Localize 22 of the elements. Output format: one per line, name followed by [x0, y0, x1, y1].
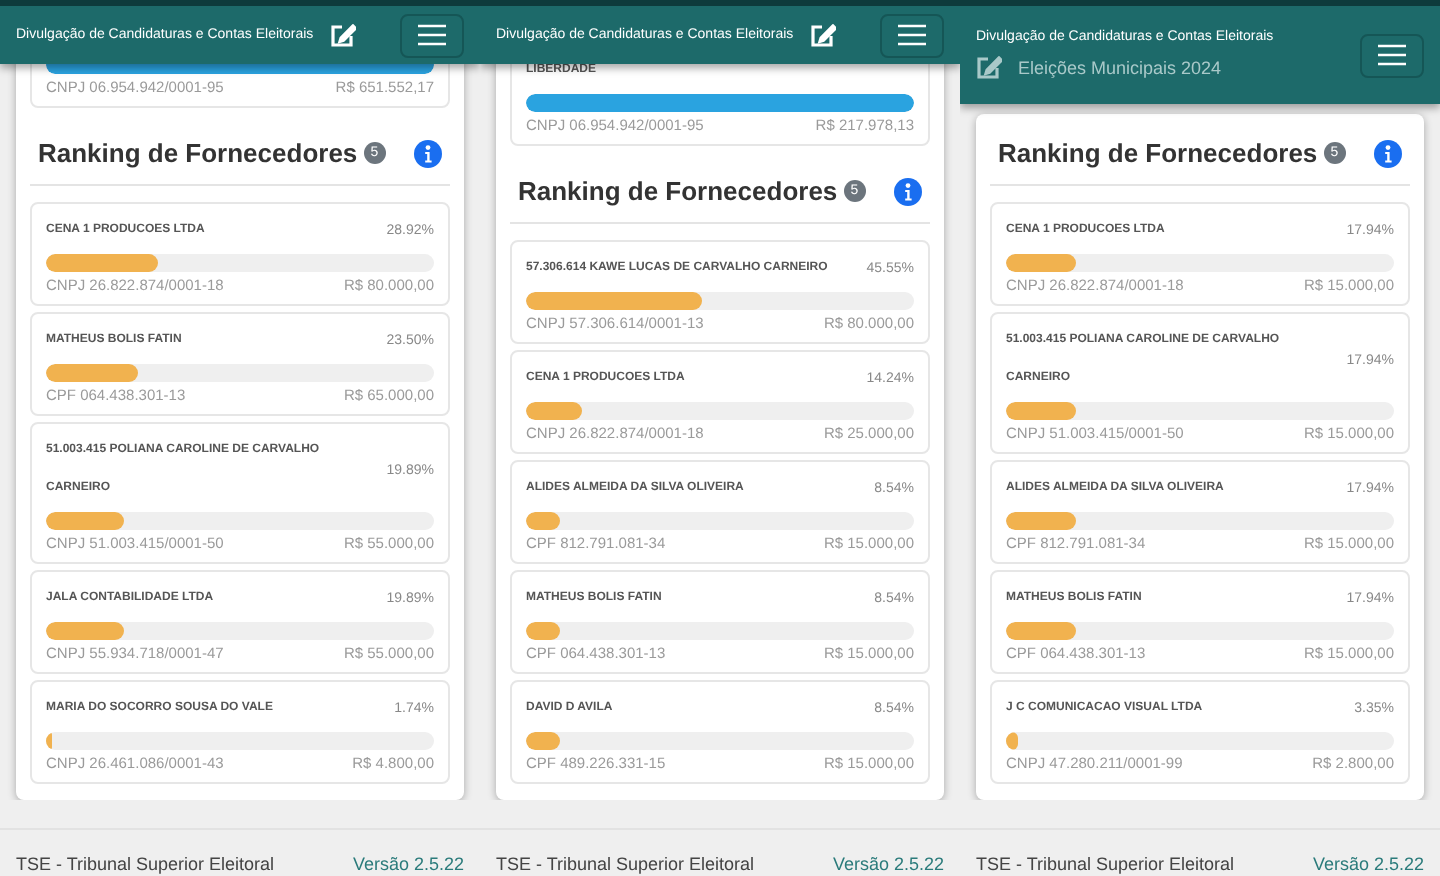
info-icon[interactable]	[414, 139, 442, 167]
menu-button[interactable]	[400, 13, 464, 57]
footer-organization: TSE - Tribunal Superior Eleitoral	[16, 854, 275, 874]
version-label: Versão 2.5.22	[832, 854, 944, 874]
version-label: Versão 2.5.22	[352, 854, 464, 874]
menu-button[interactable]	[880, 13, 944, 57]
menu-button[interactable]	[1360, 33, 1424, 77]
edit-icon[interactable]	[976, 56, 1002, 80]
info-icon[interactable]	[1374, 139, 1402, 167]
ranking-title: Ranking de Fornecedores	[998, 138, 1318, 168]
menu-icon	[1378, 44, 1406, 66]
version-label: Versão 2.5.22	[1312, 854, 1424, 874]
menu-icon	[898, 24, 926, 46]
menu-icon	[418, 24, 446, 46]
info-icon[interactable]	[894, 177, 922, 205]
ranking-title: Ranking de Fornecedores	[38, 138, 358, 168]
edit-icon[interactable]	[809, 23, 836, 47]
election-subtitle: Eleições Municipais 2024	[1018, 58, 1222, 78]
footer-organization: TSE - Tribunal Superior Eleitoral	[496, 854, 755, 874]
edit-icon[interactable]	[329, 23, 356, 47]
footer-organization: TSE - Tribunal Superior Eleitoral	[976, 854, 1235, 874]
ranking-title: Ranking de Fornecedores	[518, 176, 838, 206]
